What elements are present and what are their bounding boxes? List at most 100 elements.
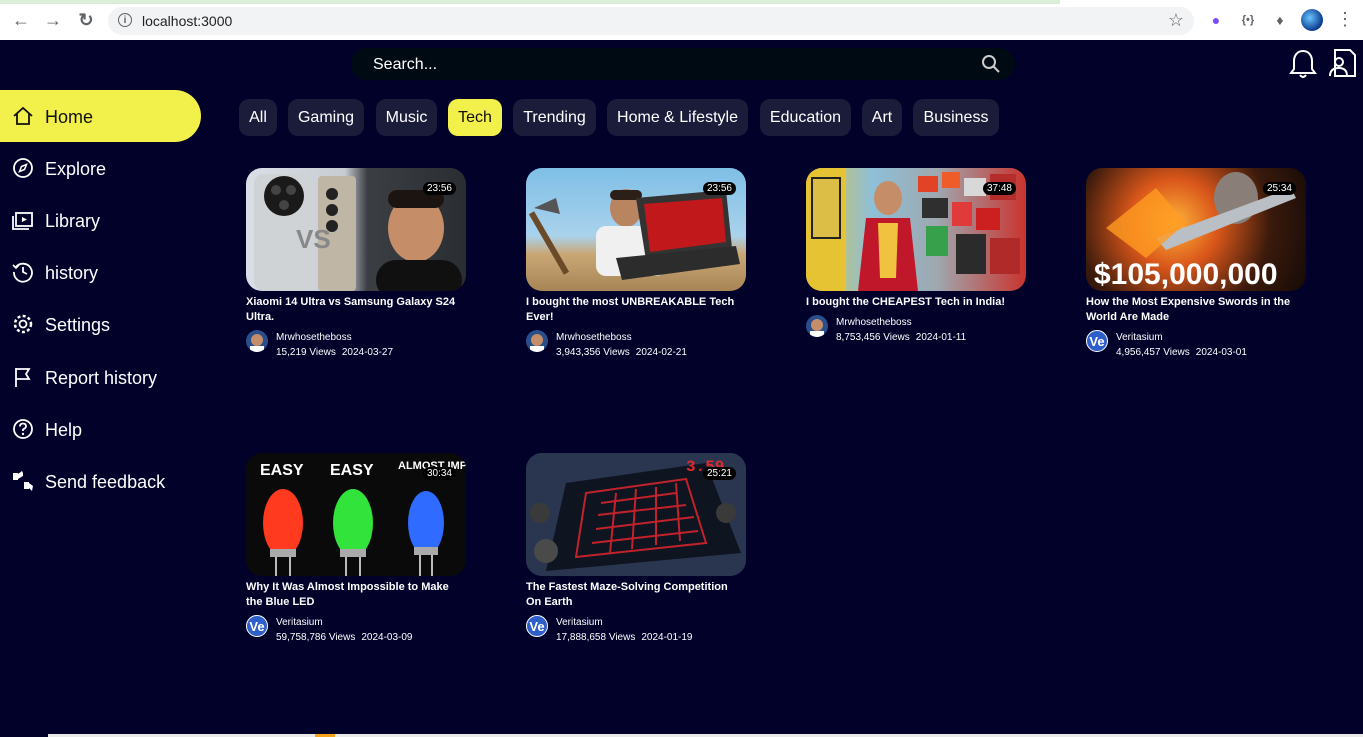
- sidebar-item-library[interactable]: Library: [0, 194, 201, 246]
- video-meta: 4,956,457 Views 2024-03-01: [1116, 347, 1247, 358]
- channel-avatar[interactable]: Ve: [246, 615, 268, 637]
- site-info-icon[interactable]: i: [118, 13, 132, 27]
- svg-text:VS: VS: [296, 224, 331, 254]
- chip-music[interactable]: Music: [376, 99, 437, 136]
- chip-art[interactable]: Art: [862, 99, 902, 136]
- video-duration: 25:21: [702, 467, 736, 480]
- address-bar[interactable]: i localhost:3000 ☆: [108, 7, 1194, 35]
- sidebar-item-settings[interactable]: Settings: [0, 298, 201, 350]
- back-icon[interactable]: ←: [10, 9, 32, 31]
- forward-icon[interactable]: →: [42, 9, 64, 31]
- view-count: 17,888,658 Views: [556, 632, 636, 643]
- sidebar-item-home[interactable]: Home: [0, 90, 201, 142]
- chip-trending[interactable]: Trending: [513, 99, 596, 136]
- sidebar-item-label: Home: [45, 107, 94, 127]
- sidebar-item-label: Library: [45, 211, 101, 231]
- video-duration: 23:56: [702, 182, 736, 195]
- url-text[interactable]: localhost:3000: [142, 13, 232, 29]
- browser-chrome: ← → ↻ i localhost:3000 ☆ ● {•} ♦ ⋮: [0, 0, 1363, 40]
- menu-kebab-icon[interactable]: ⋮: [1336, 9, 1354, 30]
- channel-name[interactable]: Veritasium: [1116, 332, 1163, 343]
- channel-name[interactable]: Veritasium: [556, 617, 603, 628]
- video-duration: 23:56: [422, 182, 456, 195]
- channel-avatar[interactable]: [246, 330, 268, 352]
- chip-business[interactable]: Business: [913, 99, 999, 136]
- view-count: 15,219 Views: [276, 347, 336, 358]
- channel-avatar[interactable]: Ve: [1086, 330, 1108, 352]
- upload-date: 2024-01-19: [641, 632, 693, 643]
- channel-name[interactable]: Mrwhosetheboss: [276, 332, 352, 343]
- sidebar-item-history[interactable]: history: [0, 246, 201, 298]
- video-thumbnail[interactable]: 3.59 25:21: [526, 453, 746, 576]
- video-title[interactable]: Xiaomi 14 Ultra vs Samsung Galaxy S24 Ul…: [246, 295, 466, 325]
- thumbnail-label: EASY: [330, 462, 374, 479]
- view-count: 8,753,456 Views: [836, 332, 910, 343]
- search-input[interactable]: [371, 54, 955, 76]
- bookmark-star-icon[interactable]: ☆: [1168, 10, 1184, 31]
- chip-gaming[interactable]: Gaming: [288, 99, 364, 136]
- upload-date: 2024-03-01: [1195, 347, 1247, 358]
- history-icon: [12, 261, 34, 283]
- video-meta: 15,219 Views 2024-03-27: [276, 347, 393, 358]
- video-thumbnail[interactable]: $105,000,000 25:34: [1086, 168, 1306, 291]
- upload-date: 2024-03-09: [361, 632, 413, 643]
- sidebar-item-label: Report history: [45, 368, 158, 388]
- extension-json-icon[interactable]: {•}: [1238, 10, 1258, 30]
- sidebar-item-help[interactable]: Help: [0, 403, 201, 455]
- chip-all[interactable]: All: [239, 99, 277, 136]
- video-meta: 8,753,456 Views 2024-01-11: [836, 332, 966, 343]
- chip-home-lifestyle[interactable]: Home & Lifestyle: [607, 99, 748, 136]
- feedback-icon: [12, 470, 34, 492]
- profile-avatar[interactable]: [1301, 9, 1323, 31]
- search-icon[interactable]: [981, 54, 1001, 79]
- thumbnail-label: EASY: [260, 462, 304, 479]
- account-icon[interactable]: [1326, 47, 1358, 84]
- upload-date: 2024-01-11: [915, 332, 967, 343]
- thumbnail-overlay-text: $105,000,000: [1094, 258, 1278, 291]
- library-icon: [12, 209, 34, 231]
- sidebar-item-report-history[interactable]: Report history: [0, 351, 201, 403]
- video-thumbnail[interactable]: VS 23:56: [246, 168, 466, 291]
- compass-icon: [12, 157, 34, 179]
- home-icon: [12, 105, 34, 127]
- video-duration: 30:34: [422, 467, 456, 480]
- sidebar-item-label: Send feedback: [45, 472, 166, 492]
- sidebar-item-label: Explore: [45, 159, 107, 179]
- upload-date: 2024-02-21: [635, 347, 687, 358]
- notifications-bell-icon[interactable]: [1288, 48, 1318, 85]
- video-thumbnail[interactable]: 37:48: [806, 168, 1026, 291]
- upload-date: 2024-03-27: [341, 347, 394, 358]
- channel-name[interactable]: Veritasium: [276, 617, 323, 628]
- video-meta: 17,888,658 Views 2024-01-19: [556, 632, 692, 643]
- video-title[interactable]: Why It Was Almost Impossible to Make the…: [246, 580, 466, 610]
- flag-icon: [12, 366, 34, 388]
- sidebar-item-send-feedback[interactable]: Send feedback: [0, 455, 201, 507]
- help-icon: [12, 418, 34, 440]
- reload-icon[interactable]: ↻: [75, 9, 97, 31]
- chip-tech[interactable]: Tech: [448, 99, 502, 136]
- channel-name[interactable]: Mrwhosetheboss: [556, 332, 632, 343]
- tab-strip: [0, 0, 1363, 4]
- video-duration: 25:34: [1262, 182, 1296, 195]
- extensions-puzzle-icon[interactable]: ♦: [1270, 10, 1290, 30]
- search-bar: [351, 48, 1015, 80]
- channel-name[interactable]: Mrwhosetheboss: [836, 317, 912, 328]
- channel-avatar[interactable]: Ve: [526, 615, 548, 637]
- sidebar-item-label: history: [45, 263, 99, 283]
- view-count: 3,943,356 Views: [556, 347, 630, 358]
- gear-icon: [12, 313, 34, 335]
- video-thumbnail[interactable]: EASY EASY ALMOST IMPOSSIBLE 30:34: [246, 453, 466, 576]
- extension-flame-icon[interactable]: ●: [1206, 10, 1226, 30]
- video-title[interactable]: The Fastest Maze-Solving Competition On …: [526, 580, 746, 610]
- chip-education[interactable]: Education: [760, 99, 851, 136]
- channel-avatar[interactable]: [526, 330, 548, 352]
- sidebar-item-explore[interactable]: Explore: [0, 142, 201, 194]
- video-thumbnail[interactable]: 23:56: [526, 168, 746, 291]
- video-title[interactable]: How the Most Expensive Swords in the Wor…: [1086, 295, 1306, 325]
- view-count: 59,758,786 Views: [276, 632, 356, 643]
- video-title[interactable]: I bought the CHEAPEST Tech in India!: [806, 295, 1026, 310]
- video-duration: 37:48: [982, 182, 1016, 195]
- video-title[interactable]: I bought the most UNBREAKABLE Tech Ever!: [526, 295, 746, 325]
- sidebar-item-label: Help: [45, 420, 83, 440]
- channel-avatar[interactable]: [806, 315, 828, 337]
